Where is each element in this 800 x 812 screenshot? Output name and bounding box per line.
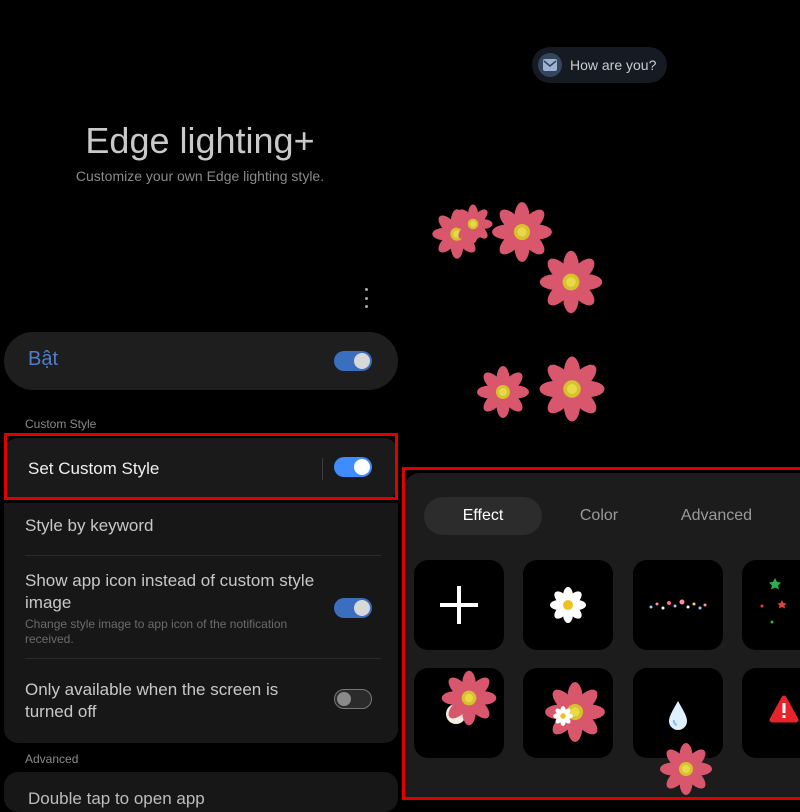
edge-lighting-preview [432, 202, 605, 422]
show-app-icon-subtitle: Change style image to app icon of the no… [25, 617, 288, 646]
style-by-keyword-row[interactable]: Style by keyword [25, 515, 154, 537]
more-options-icon[interactable] [358, 286, 374, 310]
flower-icon [492, 202, 552, 262]
page-subtitle: Customize your own Edge lighting style. [75, 168, 325, 184]
flower-icon [477, 366, 529, 418]
double-tap-label: Double tap to open app [28, 789, 205, 808]
double-tap-row[interactable]: Double tap to open app [4, 772, 398, 812]
notification-bubble: How are you? [532, 47, 667, 83]
section-header-custom-style: Custom Style [25, 417, 97, 431]
highlight-frame [402, 467, 800, 800]
flower-icon [539, 250, 603, 314]
highlight-frame [4, 433, 398, 500]
screen-off-only-toggle[interactable] [334, 689, 372, 709]
master-toggle[interactable] [334, 351, 372, 371]
notification-text: How are you? [570, 57, 657, 73]
flower-icon [539, 356, 605, 422]
section-header-advanced: Advanced [25, 752, 79, 766]
page-title: Edge lighting+ [85, 120, 315, 161]
show-app-icon-row[interactable]: Show app icon instead of custom style im… [25, 570, 325, 647]
mail-icon [538, 53, 562, 77]
master-switch-label: Bật [28, 348, 59, 370]
master-switch-card[interactable]: Bật [4, 332, 398, 390]
flower-icon [660, 743, 712, 795]
divider [25, 555, 381, 556]
show-app-icon-toggle[interactable] [334, 598, 372, 618]
divider [25, 658, 381, 659]
settings-list: Style by keyword Show app icon instead o… [4, 503, 398, 743]
flower-icon [453, 204, 493, 244]
screen-off-only-row[interactable]: Only available when the screen is turned… [25, 679, 315, 723]
show-app-icon-title: Show app icon instead of custom style im… [25, 571, 315, 612]
